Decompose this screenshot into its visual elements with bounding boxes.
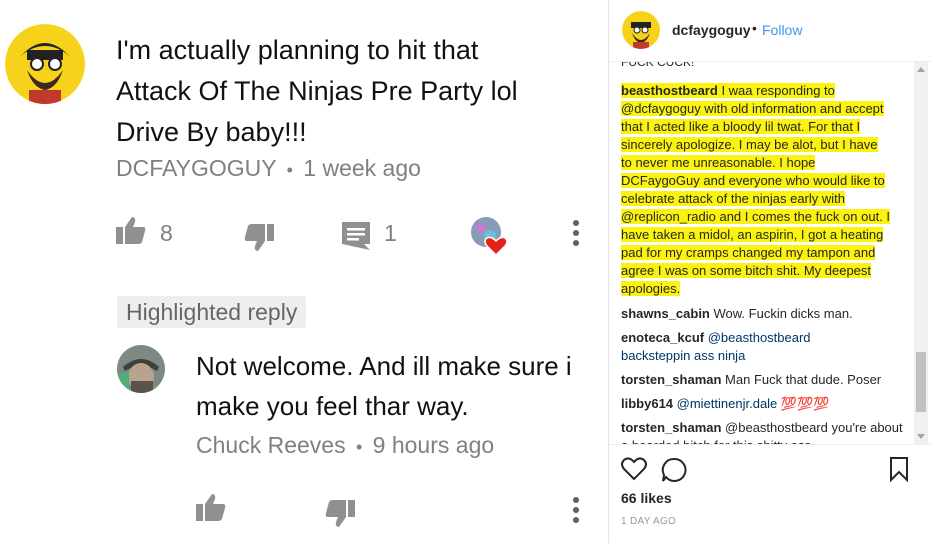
comment-time[interactable]: 1 week ago bbox=[303, 155, 421, 181]
like-count: 8 bbox=[160, 220, 173, 246]
comment-item: libby614 @miettinenjr.dale 💯💯💯 bbox=[621, 395, 906, 413]
avatar[interactable] bbox=[5, 24, 85, 104]
comment-item: torsten_shaman Man Fuck that dude. Poser bbox=[621, 371, 906, 389]
profile-avatar[interactable] bbox=[622, 11, 660, 49]
more-options-icon[interactable] bbox=[572, 220, 580, 251]
creator-heart-icon bbox=[470, 216, 510, 261]
thumbs-up-icon[interactable] bbox=[116, 216, 146, 249]
comment-text: I'm actually planning to hit that Attack… bbox=[116, 35, 518, 147]
post-footer: 66 likes 1 DAY AGO bbox=[609, 444, 932, 543]
comment-username[interactable]: libby614 bbox=[621, 396, 673, 411]
comment-icon[interactable] bbox=[661, 457, 687, 488]
comment-text: Man Fuck that dude. Poser bbox=[725, 372, 882, 387]
instagram-panel: dcfaygoguy • Follow FUCK CUCK! beasthost… bbox=[608, 0, 932, 543]
comment-username[interactable]: torsten_shaman bbox=[621, 420, 721, 435]
header-dot: • bbox=[752, 20, 757, 36]
reply-time[interactable]: 9 hours ago bbox=[373, 432, 494, 458]
follow-button[interactable]: Follow bbox=[762, 22, 802, 38]
comment-meta: DCFAYGOGUY • 1 week ago bbox=[116, 155, 421, 182]
comments-scrollbar[interactable] bbox=[914, 62, 928, 444]
thumbs-up-icon[interactable] bbox=[196, 493, 226, 526]
reply-meta: Chuck Reeves • 9 hours ago bbox=[196, 432, 494, 459]
post-username[interactable]: dcfaygoguy bbox=[672, 22, 751, 38]
meta-separator: • bbox=[286, 160, 293, 180]
reply-avatar[interactable] bbox=[117, 345, 165, 393]
comment-text: Wow. Fuckin dicks man. bbox=[713, 306, 853, 321]
comment-username[interactable]: enoteca_kcuf bbox=[621, 330, 704, 345]
save-icon[interactable] bbox=[889, 456, 909, 487]
comment-item: beasthostbeard I waa responding to @dcfa… bbox=[621, 82, 891, 298]
comment-text: I waa responding to @dcfaygoguy with old… bbox=[621, 83, 891, 296]
thumbs-down-icon[interactable] bbox=[244, 224, 274, 257]
reply-author[interactable]: Chuck Reeves bbox=[196, 432, 346, 458]
more-options-icon[interactable] bbox=[572, 497, 580, 528]
comment-text: @miettinenjr.dale 💯💯💯 bbox=[676, 396, 830, 411]
comment-author[interactable]: DCFAYGOGUY bbox=[116, 155, 276, 181]
highlighted-reply-badge: Highlighted reply bbox=[117, 296, 307, 328]
comment-item: torsten_shaman @beasthostbeard you're ab… bbox=[621, 419, 906, 444]
comment-username[interactable]: torsten_shaman bbox=[621, 372, 721, 387]
likes-count[interactable]: 66 likes bbox=[621, 490, 672, 506]
comments-list[interactable]: FUCK CUCK! beasthostbeard I waa respondi… bbox=[609, 62, 919, 444]
thumbs-down-icon[interactable] bbox=[325, 500, 355, 533]
heart-icon[interactable] bbox=[621, 457, 647, 486]
reply-count: 1 bbox=[384, 220, 397, 246]
cut-off-comment: FUCK CUCK! bbox=[621, 62, 695, 69]
comment-username[interactable]: beasthostbeard bbox=[621, 83, 718, 98]
meta-separator: • bbox=[355, 437, 363, 457]
comment-actions: 8 1 bbox=[114, 212, 594, 257]
post-time: 1 DAY AGO bbox=[621, 516, 677, 527]
comment-item: shawns_cabin Wow. Fuckin dicks man. bbox=[621, 305, 906, 323]
comment-username[interactable]: shawns_cabin bbox=[621, 306, 710, 321]
reply-icon[interactable] bbox=[342, 222, 370, 255]
reply-text: Not welcome. And ill make sure i make yo… bbox=[196, 351, 572, 421]
comment-item: enoteca_kcuf @beasthostbeard backsteppin… bbox=[621, 329, 831, 365]
post-header: dcfaygoguy • Follow bbox=[609, 0, 932, 62]
